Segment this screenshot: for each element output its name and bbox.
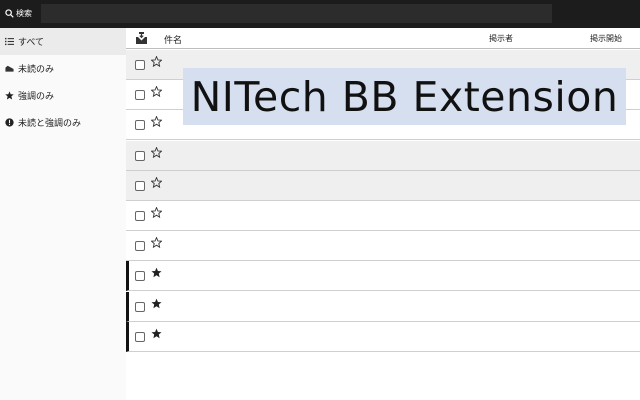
search-label-text: 検索	[16, 9, 32, 18]
star-outline-icon[interactable]	[150, 176, 163, 188]
top-bar: 検索	[0, 0, 640, 28]
column-poster[interactable]: 掲示者	[489, 33, 513, 44]
table-header: 件名 掲示者 掲示開始	[126, 28, 640, 49]
column-subject[interactable]: 件名	[164, 33, 182, 46]
table-row[interactable]	[126, 140, 640, 171]
sidebar-item-label: すべて	[18, 38, 45, 48]
star-outline-icon[interactable]	[150, 55, 163, 68]
table-row[interactable]	[126, 170, 640, 201]
info-icon	[5, 118, 14, 127]
row-checkbox[interactable]	[135, 90, 145, 101]
sidebar-item-unread-and-starred[interactable]: 未読と強調のみ	[0, 109, 126, 136]
row-checkbox[interactable]	[135, 241, 145, 252]
row-checkbox[interactable]	[135, 60, 145, 70]
star-outline-icon[interactable]	[150, 206, 163, 219]
star-outline-icon[interactable]	[150, 115, 163, 128]
row-checkbox[interactable]	[135, 271, 145, 282]
mail-icon[interactable]	[135, 31, 148, 45]
sidebar-item-all[interactable]: すべて	[0, 28, 126, 55]
row-checkbox[interactable]	[135, 331, 145, 342]
star-filled-icon[interactable]	[151, 328, 162, 339]
extension-banner: NITech BB Extension	[183, 68, 626, 125]
row-checkbox[interactable]	[135, 120, 145, 131]
search-label: 検索	[5, 8, 32, 19]
star-outline-icon[interactable]	[150, 146, 163, 158]
table-row[interactable]	[126, 201, 640, 231]
row-checkbox[interactable]	[135, 150, 145, 161]
table-row[interactable]	[126, 261, 640, 292]
sidebar-item-label: 未読と強調のみ	[18, 119, 82, 129]
column-start[interactable]: 掲示開始	[590, 33, 622, 44]
table-row[interactable]	[126, 321, 640, 352]
star-icon	[5, 91, 14, 100]
star-filled-icon[interactable]	[151, 298, 162, 309]
sidebar-item-unread[interactable]: 未読のみ	[0, 55, 126, 82]
search-icon	[5, 9, 14, 18]
sidebar: すべて 未読のみ 強調のみ 未読と強調のみ	[0, 28, 126, 400]
star-outline-icon[interactable]	[150, 236, 163, 249]
row-checkbox[interactable]	[135, 211, 145, 221]
unread-mail-icon	[5, 64, 14, 73]
row-checkbox[interactable]	[135, 301, 145, 312]
table-row[interactable]	[126, 231, 640, 262]
list-icon	[5, 37, 14, 46]
star-outline-icon[interactable]	[150, 85, 163, 98]
search-input[interactable]	[41, 4, 552, 23]
row-checkbox[interactable]	[135, 180, 145, 191]
star-filled-icon[interactable]	[151, 267, 162, 278]
table-row[interactable]	[126, 291, 640, 322]
sidebar-item-label: 未読のみ	[18, 65, 55, 75]
sidebar-item-label: 強調のみ	[18, 92, 55, 102]
banner-title: NITech BB Extension	[190, 72, 619, 121]
sidebar-item-starred[interactable]: 強調のみ	[0, 82, 126, 109]
